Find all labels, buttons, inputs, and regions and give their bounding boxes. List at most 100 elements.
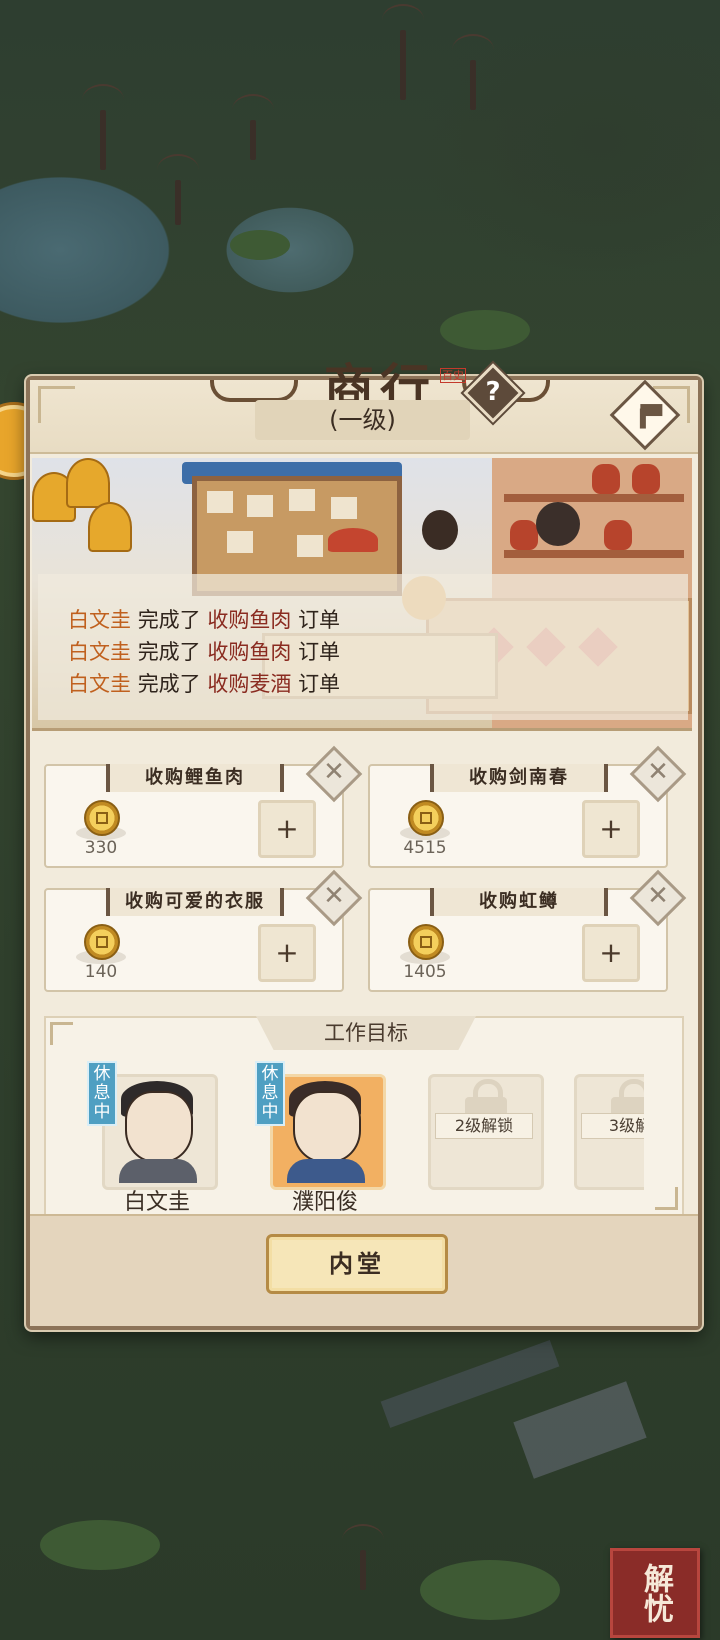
order-card: 收购鲤鱼肉 330 + ✕ xyxy=(44,745,363,868)
order-price: 4515 xyxy=(403,838,447,858)
log-verb: 完成了 xyxy=(137,608,201,632)
activity-log: 白文圭 完成了 收购鱼肉 订单 白文圭 完成了 收购鱼肉 订单 白文圭 完成了 … xyxy=(38,574,688,720)
log-verb: 完成了 xyxy=(137,672,201,696)
coin-icon xyxy=(408,800,444,836)
log-entry: 白文圭 完成了 收购麦酒 订单 xyxy=(68,668,340,698)
order-card: 收购可爱的衣服 140 + ✕ xyxy=(44,869,363,992)
log-task: 收购麦酒 xyxy=(207,672,292,696)
shelf xyxy=(504,494,684,502)
shopkeeper-figure xyxy=(536,502,580,546)
avatar xyxy=(125,1091,193,1163)
remove-order-button[interactable]: ✕ xyxy=(629,745,687,803)
locked-slot[interactable]: 3级解 xyxy=(574,1074,644,1190)
log-worker-name: 白文圭 xyxy=(68,640,131,664)
order-title: 收购虹鳟 xyxy=(430,888,608,916)
wine-jar xyxy=(510,520,538,550)
order-card: 收购剑南春 4515 + ✕ xyxy=(368,745,687,868)
notice-paper xyxy=(227,531,253,553)
bush-decoration xyxy=(440,310,530,350)
shelf xyxy=(504,550,684,558)
notice-paper xyxy=(207,491,233,513)
notice-paper xyxy=(331,497,357,519)
avatar xyxy=(293,1091,361,1163)
status-badge: 休息中 xyxy=(255,1061,285,1126)
locked-slot-clip: 3级解 xyxy=(574,1074,644,1190)
add-item-button[interactable]: + xyxy=(258,800,316,858)
shop-panel: 商行 百史 ? (一级) 白文圭 完成了 收购鱼肉 订单 白文圭 完成了 收购鱼… xyxy=(26,358,702,1330)
log-task: 收购鱼肉 xyxy=(207,640,292,664)
work-goal-title: 工作目标 xyxy=(256,1016,476,1050)
locked-slot[interactable]: 2级解锁 xyxy=(428,1074,544,1190)
tree-decoration xyxy=(342,1524,384,1590)
order-title: 收购剑南春 xyxy=(430,764,608,792)
notice-paper xyxy=(289,489,315,511)
worker-name: 濮阳俊 xyxy=(291,1190,358,1215)
avatar-robe xyxy=(119,1159,197,1183)
avatar-robe xyxy=(287,1159,365,1183)
corner-ornament xyxy=(38,386,75,423)
log-suffix: 订单 xyxy=(298,672,341,696)
tree-decoration xyxy=(82,84,124,170)
coin-icon xyxy=(84,924,120,960)
close-icon: ✕ xyxy=(647,757,669,787)
log-task: 收购鱼肉 xyxy=(207,608,292,632)
log-worker-name: 白文圭 xyxy=(68,608,131,632)
bell-icon xyxy=(88,502,132,552)
panel-footer: 内堂 xyxy=(30,1214,698,1326)
unlock-label: 3级解 xyxy=(581,1113,644,1139)
order-card: 收购虹鳟 1405 + ✕ xyxy=(368,869,687,992)
log-entry: 白文圭 完成了 收购鱼肉 订单 xyxy=(68,636,340,666)
status-badge: 休息中 xyxy=(87,1061,117,1126)
wine-jar xyxy=(592,464,620,494)
jieyou-seal-button[interactable]: 解忧 xyxy=(610,1548,700,1638)
bush-decoration xyxy=(230,230,290,260)
add-item-button[interactable]: + xyxy=(582,800,640,858)
level-label: (一级) xyxy=(255,400,470,440)
worker-name: 白文圭 xyxy=(123,1190,190,1215)
bush-decoration xyxy=(420,1560,560,1620)
corner-ornament xyxy=(50,1022,73,1045)
notice-paper xyxy=(297,535,323,557)
unlock-label: 2级解锁 xyxy=(435,1113,533,1139)
order-title: 收购鲤鱼肉 xyxy=(106,764,284,792)
order-price: 1405 xyxy=(403,962,447,982)
inner-hall-button[interactable]: 内堂 xyxy=(266,1234,448,1294)
tree-decoration xyxy=(452,34,494,110)
remove-order-button[interactable]: ✕ xyxy=(305,869,363,927)
corner-ornament xyxy=(655,1187,678,1210)
bell-icon xyxy=(66,458,110,508)
log-verb: 完成了 xyxy=(137,640,201,664)
log-entry: 白文圭 完成了 收购鱼肉 订单 xyxy=(68,604,340,634)
wine-jar xyxy=(604,520,632,550)
order-title: 收购可爱的衣服 xyxy=(106,888,284,916)
hammer-handle xyxy=(639,408,646,429)
close-icon: ✕ xyxy=(323,881,345,911)
work-goal-section: 工作目标 休息中 白文圭 休息中 濮阳俊 2级解锁 3级解 xyxy=(44,1016,684,1216)
coin-icon xyxy=(408,924,444,960)
hat-figure xyxy=(328,528,378,552)
wine-jar xyxy=(632,464,660,494)
remove-order-button[interactable]: ✕ xyxy=(305,745,363,803)
close-icon: ✕ xyxy=(323,757,345,787)
tree-decoration xyxy=(232,94,274,160)
log-worker-name: 白文圭 xyxy=(68,672,131,696)
add-item-button[interactable]: + xyxy=(582,924,640,982)
help-icon: ? xyxy=(485,377,501,407)
worker-slot[interactable]: 休息中 xyxy=(87,1061,218,1190)
log-suffix: 订单 xyxy=(298,640,341,664)
remove-order-button[interactable]: ✕ xyxy=(629,869,687,927)
building-decoration xyxy=(513,1381,647,1479)
tree-decoration xyxy=(157,154,199,225)
panel-header: 商行 百史 ? (一级) xyxy=(30,358,698,454)
order-price: 330 xyxy=(84,838,118,858)
title-seal: 百史 xyxy=(440,368,466,383)
notice-paper xyxy=(247,495,273,517)
log-suffix: 订单 xyxy=(298,608,341,632)
order-price: 140 xyxy=(84,962,118,982)
shop-illustration: 白文圭 完成了 收购鱼肉 订单 白文圭 完成了 收购鱼肉 订单 白文圭 完成了 … xyxy=(32,458,692,731)
tree-decoration xyxy=(382,4,424,100)
worker-slot[interactable]: 休息中 xyxy=(255,1061,386,1190)
close-icon: ✕ xyxy=(647,881,669,911)
add-item-button[interactable]: + xyxy=(258,924,316,982)
coin-icon xyxy=(84,800,120,836)
